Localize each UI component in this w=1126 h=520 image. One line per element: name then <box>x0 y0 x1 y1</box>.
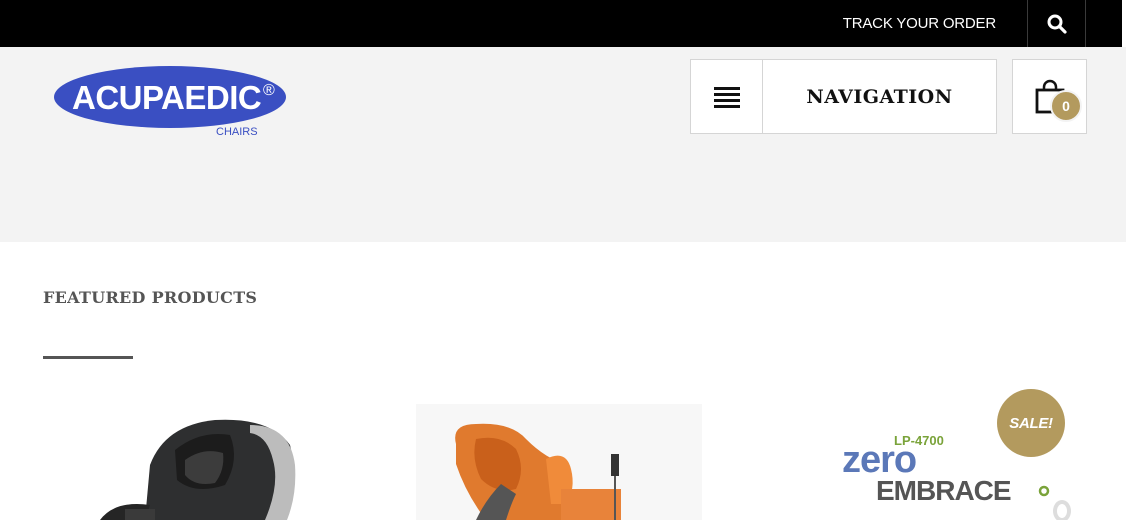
top-bar: TRACK YOUR ORDER <box>0 0 1126 47</box>
topbar-edge <box>1122 0 1126 47</box>
logo-sub-text: CHAIRS <box>216 126 258 138</box>
product-image-orange-chair[interactable] <box>416 404 702 520</box>
product-image-black-chair[interactable] <box>55 405 315 520</box>
track-order-link[interactable]: TRACK YOUR ORDER <box>843 0 996 47</box>
menu-button[interactable] <box>691 60 763 133</box>
logo-registered-mark: ® <box>263 82 275 99</box>
search-icon <box>1047 14 1067 34</box>
logo-brand-text: ACUPAEDIC <box>72 79 261 116</box>
section-title: FEATURED PRODUCTS <box>43 288 258 307</box>
cart-count-badge: 0 <box>1050 90 1082 122</box>
hamburger-icon <box>713 86 740 108</box>
topbar-divider <box>1085 0 1086 47</box>
section-divider <box>43 356 133 359</box>
navigation-label: NAVIGATION <box>806 85 953 108</box>
navigation-toggle[interactable]: NAVIGATION <box>690 59 997 134</box>
site-logo[interactable]: ACUPAEDIC ® CHAIRS <box>52 60 292 140</box>
search-button[interactable] <box>1028 0 1085 47</box>
sale-badge: SALE! <box>997 389 1065 457</box>
